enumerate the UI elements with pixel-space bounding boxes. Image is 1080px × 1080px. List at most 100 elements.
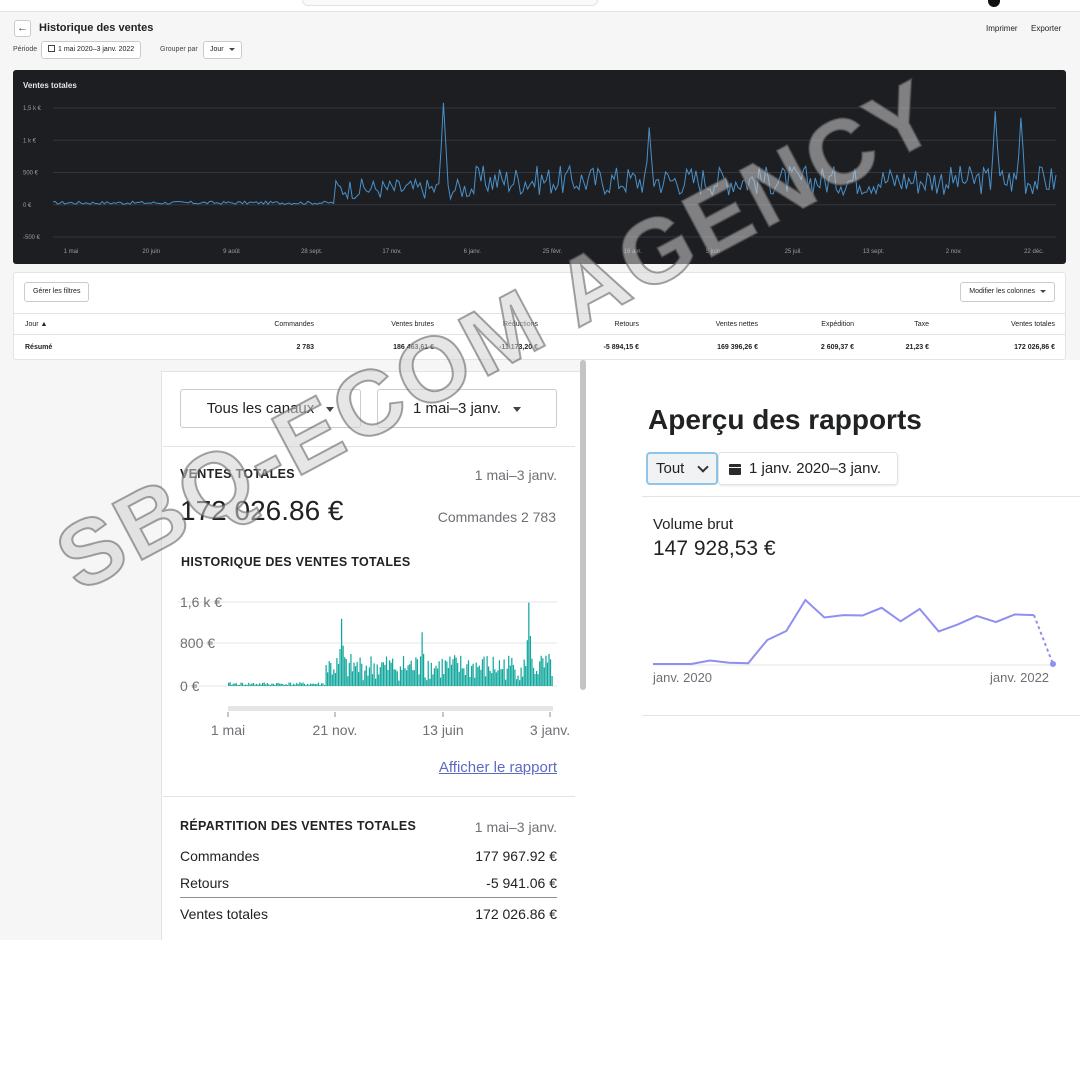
y-tick-label: 1,5 k € xyxy=(23,106,42,112)
table-cell: 186 463,61 € xyxy=(393,344,434,351)
sales-bar xyxy=(259,683,261,686)
sales-bar xyxy=(540,655,542,686)
sales-bar xyxy=(398,680,400,686)
sort-column-header[interactable]: Jour ▲ xyxy=(25,321,48,328)
breakdown-row-value: -5 941.06 € xyxy=(486,875,557,891)
y-tick-label: 0 € xyxy=(180,678,200,694)
sales-bar xyxy=(396,671,398,686)
sales-bar xyxy=(536,671,538,686)
column-header[interactable]: Taxe xyxy=(914,321,929,328)
edit-columns-button[interactable]: Modifier les colonnes xyxy=(960,282,1055,302)
sales-bar xyxy=(395,669,397,686)
print-button[interactable]: Imprimer xyxy=(986,24,1018,33)
sales-bar xyxy=(310,683,312,686)
column-header[interactable]: Ventes totales xyxy=(1011,321,1055,328)
table-header-row: Jour ▲ Commandes Ventes brutes Réductions Re… xyxy=(14,313,1065,335)
sum-divider xyxy=(180,897,557,898)
sales-history-bar-chart: 1,6 k € 800 € 0 € 1 mai 21 nov. 13 juin 3 janv… xyxy=(178,594,570,738)
x-tick-label: 13 juin xyxy=(422,722,463,738)
sales-bar xyxy=(449,656,451,686)
table-cell: 2 783 xyxy=(296,344,314,351)
x-tick-label: 9 août xyxy=(223,249,240,255)
sales-bar xyxy=(241,682,244,686)
column-header[interactable]: Réductions xyxy=(503,321,538,328)
y-tick-label: 800 € xyxy=(180,635,215,651)
x-tick-label: 6 janv. xyxy=(464,249,482,255)
sales-bar xyxy=(249,684,251,686)
sales-bar xyxy=(492,656,494,686)
sales-bar xyxy=(263,682,265,686)
sales-bar xyxy=(471,666,473,686)
sales-bar xyxy=(351,671,354,686)
address-bar[interactable] xyxy=(302,0,598,6)
sales-bar xyxy=(440,677,442,686)
column-header[interactable]: Ventes nettes xyxy=(716,321,758,328)
sales-bar xyxy=(308,684,310,686)
sales-bar xyxy=(478,665,480,686)
sales-bar xyxy=(293,683,295,686)
sales-bar xyxy=(494,669,496,686)
sales-bar xyxy=(289,682,292,686)
sales-bar xyxy=(325,665,327,686)
export-button[interactable]: Exporter xyxy=(1031,24,1061,33)
chart-scroll-track xyxy=(228,706,553,711)
sales-bar xyxy=(279,683,281,686)
period-picker[interactable]: 1 mai 2020–3 janv. 2022 xyxy=(41,41,142,59)
sales-bar xyxy=(461,668,463,686)
sales-bar xyxy=(436,668,439,686)
sales-bar xyxy=(252,683,255,686)
sales-bar xyxy=(324,685,326,686)
sales-bar xyxy=(234,683,236,686)
x-tick-label: 25 juil. xyxy=(785,249,803,255)
sales-bar xyxy=(532,667,535,686)
sales-bar xyxy=(495,672,497,686)
column-header[interactable]: Commandes xyxy=(274,321,314,328)
sales-bar xyxy=(320,683,323,686)
sales-bar xyxy=(481,659,484,686)
table-cell: Résumé xyxy=(25,344,53,351)
breakdown-row-value: 177 967.92 € xyxy=(475,848,557,864)
column-header[interactable]: Retours xyxy=(614,321,639,328)
x-tick-label: 28 sept. xyxy=(301,249,323,255)
back-arrow-icon[interactable]: ← xyxy=(14,20,31,37)
reports-overview-panel: Aperçu des rapports Tout 1 janv. 2020–3 … xyxy=(586,360,1080,720)
manage-filters-button[interactable]: Gérer les filtres xyxy=(24,282,90,302)
sales-bar xyxy=(429,678,431,686)
sales-bar xyxy=(382,662,385,686)
table-cell: -5 894,15 € xyxy=(603,344,639,351)
sales-bar xyxy=(274,685,276,686)
column-header[interactable]: Expédition xyxy=(821,321,854,328)
profile-icon[interactable] xyxy=(988,0,1000,7)
sales-bar xyxy=(402,656,405,686)
sales-bar xyxy=(260,684,262,686)
sales-bar xyxy=(392,658,394,686)
sales-bar xyxy=(319,684,321,686)
sales-bar xyxy=(498,660,501,686)
sales-bar xyxy=(489,670,491,686)
sales-bar xyxy=(427,660,429,686)
sales-bar xyxy=(328,661,330,686)
sales-bar xyxy=(387,669,389,686)
sales-bar xyxy=(539,661,541,686)
card-bottom-border xyxy=(642,715,1080,716)
view-report-link[interactable]: Afficher le rapport xyxy=(439,759,557,776)
group-by-value: Jour xyxy=(210,46,224,53)
sales-bar xyxy=(452,659,454,686)
sales-bar xyxy=(474,677,476,686)
sales-bar xyxy=(390,662,392,686)
sales-bar xyxy=(520,667,522,686)
sales-bar xyxy=(373,663,375,686)
sales-bar xyxy=(327,672,329,686)
sales-bar xyxy=(384,664,386,686)
sales-bar xyxy=(280,683,282,686)
sales-bar xyxy=(231,684,233,686)
sales-bar xyxy=(435,665,437,686)
sales-bar xyxy=(529,636,532,686)
sales-bar xyxy=(393,669,395,686)
sales-bar xyxy=(488,666,490,686)
sales-bar xyxy=(285,684,287,686)
sales-bar xyxy=(531,658,533,686)
sales-bar xyxy=(443,674,445,686)
group-by-select[interactable]: Jour xyxy=(203,41,242,59)
column-header[interactable]: Ventes brutes xyxy=(391,321,434,328)
